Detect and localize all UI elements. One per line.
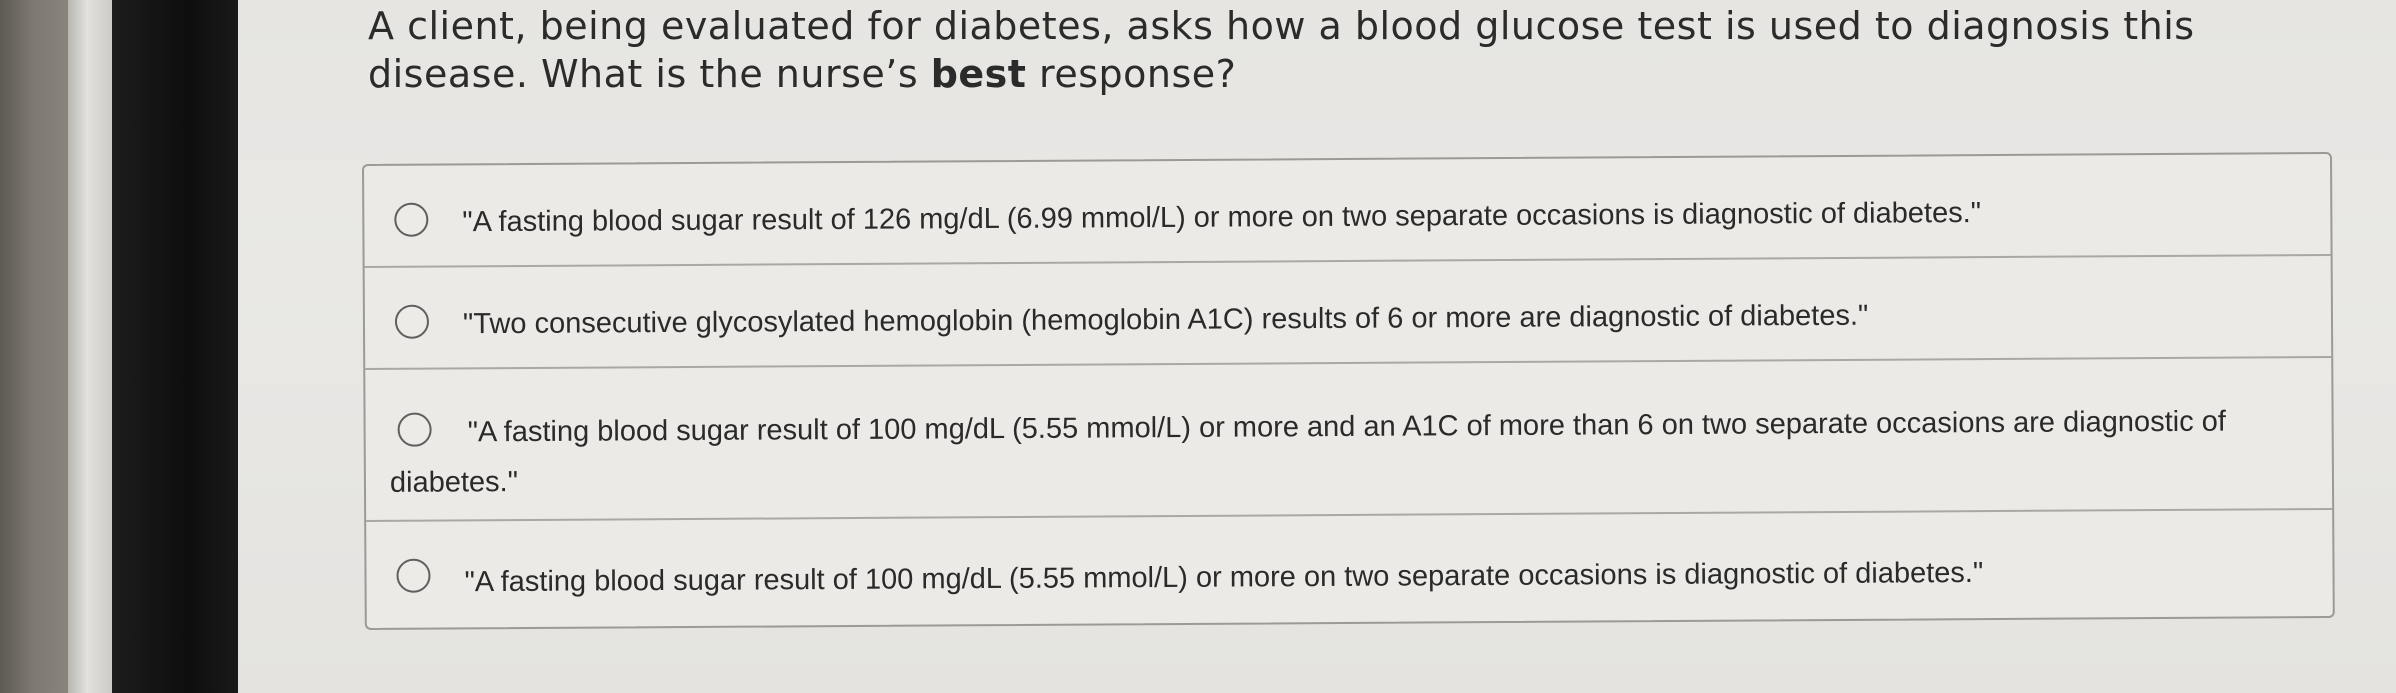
background-wall — [0, 0, 72, 693]
photo-of-screen: A client, being evaluated for diabetes, … — [0, 0, 2396, 693]
question-text: A client, being evaluated for diabetes, … — [368, 4, 2195, 96]
answer-options: "A fasting blood sugar result of 126 mg/… — [362, 151, 2335, 630]
answer-option-3-text: "A fasting blood sugar result of 100 mg/… — [389, 405, 2226, 499]
answer-option-2-text: "Two consecutive glycosylated hemoglobin… — [462, 299, 1869, 341]
answer-option-4-text: "A fasting blood sugar result of 100 mg/… — [464, 556, 1984, 599]
radio-button-icon[interactable] — [397, 412, 432, 448]
answer-option-1-text: "A fasting blood sugar result of 126 mg/… — [462, 196, 1982, 239]
radio-button-icon[interactable] — [394, 304, 430, 339]
radio-button-icon[interactable] — [396, 558, 431, 593]
question-text-end: response? — [1026, 52, 1237, 96]
answer-option-4[interactable]: "A fasting blood sugar result of 100 mg/… — [366, 510, 2333, 628]
monitor-edge — [68, 0, 116, 693]
answer-option-1[interactable]: "A fasting blood sugar result of 126 mg/… — [364, 153, 2331, 268]
question-emphasis: best — [930, 52, 1027, 96]
radio-button-icon[interactable] — [394, 202, 429, 237]
monitor-bezel — [112, 0, 240, 693]
answer-option-3[interactable]: "A fasting blood sugar result of 100 mg/… — [365, 357, 2333, 522]
question-stem: A client, being evaluated for diabetes, … — [368, 2, 2268, 98]
answer-option-2[interactable]: "Two consecutive glycosylated hemoglobin… — [364, 255, 2332, 370]
